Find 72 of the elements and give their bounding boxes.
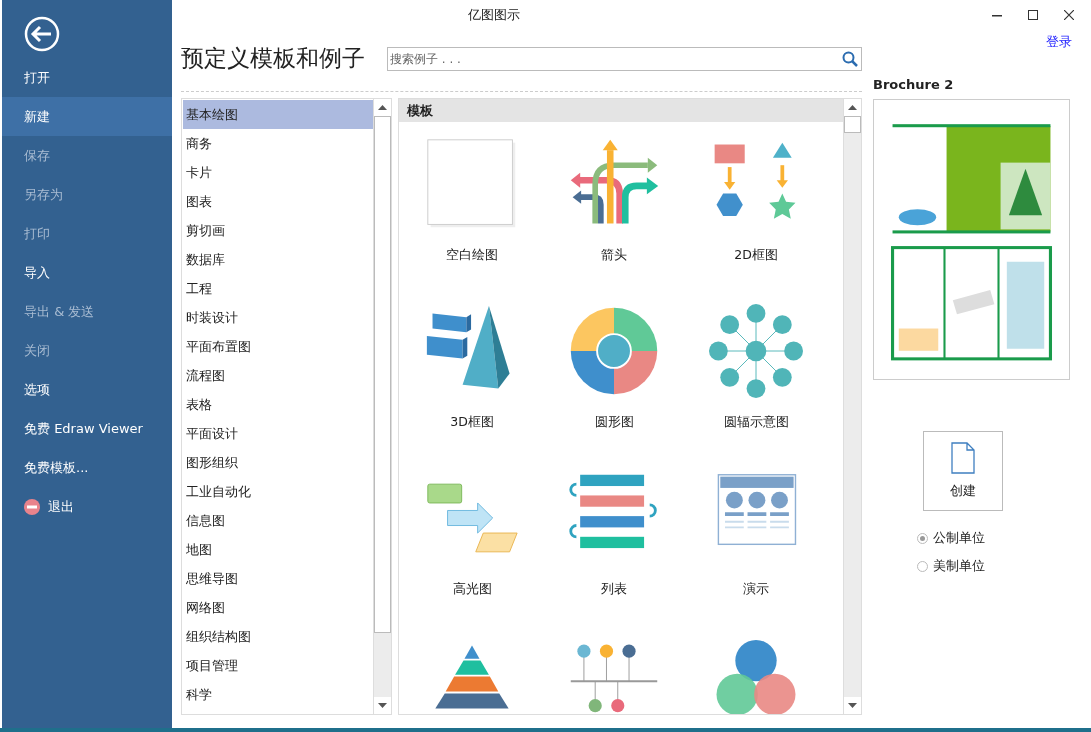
category-item[interactable]: 图表 bbox=[183, 187, 373, 216]
category-item[interactable]: 网络图 bbox=[183, 593, 373, 622]
scroll-down-icon[interactable] bbox=[844, 697, 861, 714]
template-tile[interactable]: 箭头 bbox=[543, 122, 685, 289]
menu-item[interactable]: 选项 bbox=[2, 370, 172, 409]
category-item[interactable]: 剪切画 bbox=[183, 216, 373, 245]
window-title: 亿图图示 bbox=[468, 6, 520, 24]
exit-icon bbox=[24, 498, 40, 515]
radio-option[interactable]: 公制单位 bbox=[917, 529, 1070, 547]
category-item[interactable]: 地图 bbox=[183, 535, 373, 564]
menu-label: 退出 bbox=[48, 497, 74, 516]
scrollbar[interactable] bbox=[843, 99, 861, 714]
search-icon[interactable] bbox=[842, 50, 858, 67]
template-tile[interactable]: 2D框图 bbox=[685, 122, 827, 289]
menu-label: 打开 bbox=[24, 68, 50, 87]
scroll-down-icon[interactable] bbox=[374, 697, 391, 714]
menu-label: 选项 bbox=[24, 380, 50, 399]
category-item[interactable]: 平面布置图 bbox=[183, 332, 373, 361]
menu-label: 导入 bbox=[24, 263, 50, 282]
category-item[interactable]: 图形组织 bbox=[183, 448, 373, 477]
close-icon[interactable] bbox=[1064, 10, 1074, 20]
category-item[interactable]: 信息图 bbox=[183, 506, 373, 535]
category-item[interactable]: 工程 bbox=[183, 274, 373, 303]
category-item[interactable]: 基本绘图 bbox=[183, 100, 373, 129]
category-item[interactable]: 数据库 bbox=[183, 245, 373, 274]
template-tile[interactable]: 空白绘图 bbox=[401, 122, 543, 289]
menu-label: 免费模板... bbox=[24, 458, 89, 477]
scrollbar-thumb[interactable] bbox=[374, 116, 391, 634]
template-tile[interactable]: 列表 bbox=[543, 456, 685, 623]
category-item[interactable]: 工业自动化 bbox=[183, 477, 373, 506]
template-tile[interactable]: 高光图 bbox=[401, 456, 543, 623]
search-field[interactable]: 搜索例子 . . . bbox=[387, 46, 862, 71]
category-item[interactable]: 商务 bbox=[183, 129, 373, 158]
menu-item[interactable]: 免费模板... bbox=[2, 448, 172, 487]
menu-label: 免费 Edraw Viewer bbox=[24, 419, 143, 438]
category-item[interactable]: 平面设计 bbox=[183, 419, 373, 448]
hub-diagram-icon bbox=[709, 304, 803, 398]
category-item[interactable]: 思维导图 bbox=[183, 564, 373, 593]
category-item[interactable]: 卡片 bbox=[183, 158, 373, 187]
category-item[interactable]: 科学 bbox=[183, 680, 373, 709]
scrollbar[interactable] bbox=[373, 99, 391, 714]
preview-title: Brochure 2 bbox=[873, 77, 955, 92]
category-item[interactable]: 组织结构图 bbox=[183, 622, 373, 651]
maximize-icon[interactable] bbox=[1028, 10, 1038, 20]
section-header: 模板 bbox=[399, 99, 843, 122]
menu-item[interactable]: 退出 bbox=[2, 487, 172, 526]
menu-label: 另存为 bbox=[24, 185, 63, 204]
page-heading: 预定义模板和例子 bbox=[181, 44, 365, 73]
menu-label: 新建 bbox=[24, 107, 50, 126]
category-item[interactable]: 表格 bbox=[183, 390, 373, 419]
menu-item[interactable]: 新建 bbox=[2, 97, 172, 136]
login-link[interactable]: 登录 bbox=[1046, 33, 1072, 51]
scroll-up-icon[interactable] bbox=[374, 99, 391, 116]
category-item[interactable]: 时装设计 bbox=[183, 303, 373, 332]
document-icon bbox=[950, 442, 975, 474]
menu-label: 导出 & 发送 bbox=[24, 302, 95, 321]
template-tile[interactable]: 演示 bbox=[685, 456, 827, 623]
menu-item[interactable]: 导入 bbox=[2, 253, 172, 292]
scroll-up-icon[interactable] bbox=[844, 99, 861, 116]
template-tile[interactable]: 圆形图 bbox=[543, 289, 685, 456]
template-tile[interactable]: 3D框图 bbox=[401, 289, 543, 456]
template-tile[interactable]: 圆辐示意图 bbox=[685, 289, 827, 456]
radio-option[interactable]: 美制单位 bbox=[917, 557, 1070, 575]
scrollbar-thumb[interactable] bbox=[844, 116, 861, 134]
menu-item[interactable]: 打开 bbox=[2, 58, 172, 97]
category-item[interactable]: 项目管理 bbox=[183, 651, 373, 680]
menu-item[interactable]: 免费 Edraw Viewer bbox=[2, 409, 172, 448]
menu-label: 打印 bbox=[24, 224, 50, 243]
category-item[interactable]: 流程图 bbox=[183, 361, 373, 390]
menu-label: 保存 bbox=[24, 146, 50, 165]
create-button[interactable]: 创建 bbox=[922, 431, 1003, 511]
menu-label: 关闭 bbox=[24, 341, 50, 360]
